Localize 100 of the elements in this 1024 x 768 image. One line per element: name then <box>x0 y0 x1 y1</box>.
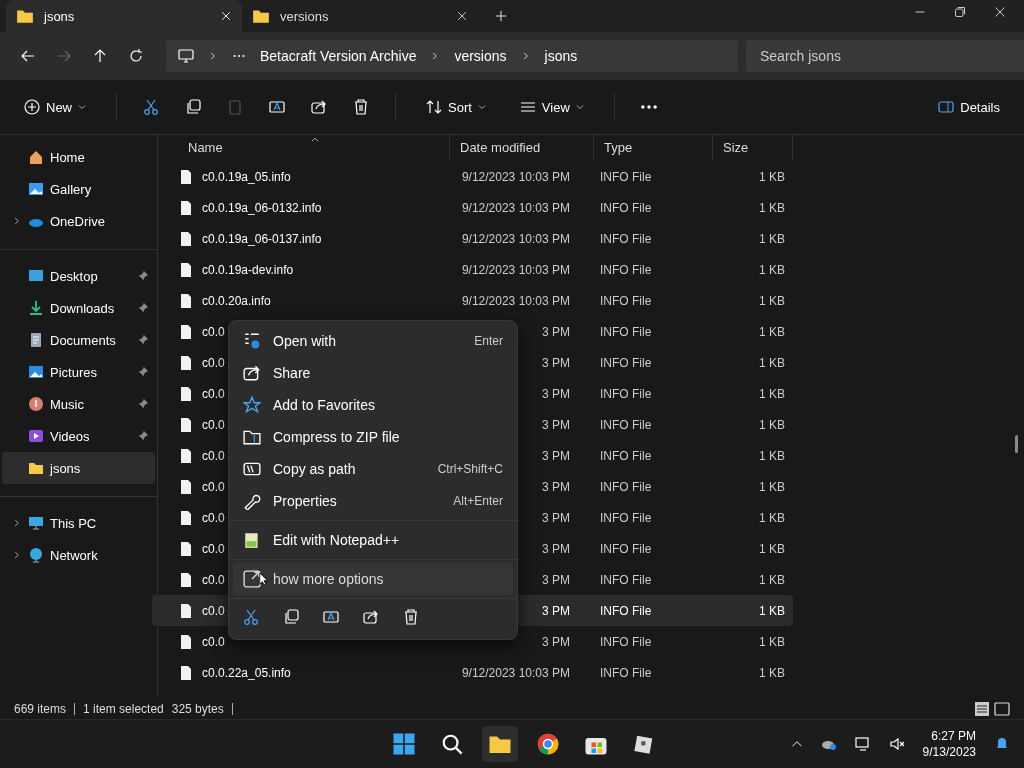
plus-circle-icon <box>24 99 40 115</box>
file-name: c0.0.22a_05.info <box>202 665 291 680</box>
file-name: c0.0.20a.info <box>202 293 271 308</box>
globe-icon <box>28 547 44 563</box>
item-count: 669 items <box>14 702 67 716</box>
monitor-icon <box>28 515 44 531</box>
list-icon <box>519 99 536 115</box>
menu-item[interactable]: Share <box>233 357 513 389</box>
sidebar-item[interactable]: Pictures <box>2 356 155 388</box>
chevron-icon <box>12 518 22 528</box>
file-name: c0.0 <box>202 603 225 618</box>
clock-date[interactable]: 9/13/2023 <box>922 744 976 760</box>
sort-caret-icon <box>310 135 320 145</box>
share-icon <box>243 364 261 382</box>
path-icon <box>243 460 261 478</box>
breadcrumb[interactable]: jsons <box>544 48 578 64</box>
view-button[interactable]: View <box>515 95 588 119</box>
size-cell: 1 KB <box>759 665 785 680</box>
type-cell: INFO File <box>600 448 652 463</box>
search-icon <box>441 733 463 755</box>
size-cell: 1 KB <box>759 169 785 184</box>
scrollbar-thumb[interactable] <box>1015 435 1018 453</box>
menu-item[interactable]: Copy as path Ctrl+Shift+C <box>233 453 513 485</box>
chevron-icon <box>12 550 22 560</box>
sidebar-item[interactable]: jsons <box>2 452 155 484</box>
sidebar-item[interactable]: Gallery <box>2 173 155 205</box>
video-icon <box>28 428 44 444</box>
file-icon <box>178 230 194 247</box>
size-cell: 1 KB <box>759 510 785 525</box>
file-icon <box>178 664 194 681</box>
breadcrumb[interactable]: versions <box>454 48 507 64</box>
date-cell-text: 3 PM <box>541 510 570 525</box>
sidebar-item[interactable]: Home <box>2 141 155 173</box>
star-icon <box>243 396 261 414</box>
sidebar-item[interactable]: OneDrive <box>2 205 155 237</box>
file-name: c0.0 <box>202 324 225 339</box>
open-with-icon <box>243 332 261 350</box>
type-cell: INFO File <box>600 572 652 587</box>
sidebar-item[interactable]: Desktop <box>2 260 155 292</box>
copy-icon <box>185 99 201 115</box>
menu-item[interactable]: Compress to ZIP file <box>233 421 513 453</box>
file-name: c0.0 <box>202 448 225 463</box>
date-cell-text: 9/12/2023 10:03 PM <box>460 169 570 184</box>
column-header[interactable]: Date modified <box>450 135 594 161</box>
column-header[interactable]: Name <box>178 135 450 161</box>
menu-item[interactable]: Add to Favorites <box>233 389 513 421</box>
clock-time[interactable]: 6:27 PM <box>931 728 976 744</box>
size-cell: 1 KB <box>759 355 785 370</box>
file-icon <box>178 168 194 185</box>
menu-item[interactable]: Edit with Notepad++ <box>233 524 513 556</box>
sidebar-item[interactable]: Music <box>2 388 155 420</box>
type-cell: INFO File <box>600 603 652 618</box>
sidebar-item[interactable]: Network <box>2 539 155 571</box>
type-cell: INFO File <box>600 665 652 680</box>
chrome-icon <box>536 732 560 756</box>
sidebar-item[interactable]: Documents <box>2 324 155 356</box>
trash-icon <box>403 609 419 625</box>
refresh-icon <box>128 48 144 64</box>
breadcrumb[interactable]: Betacraft Version Archive <box>260 48 417 64</box>
chevron-icon <box>12 216 22 226</box>
file-name: c0.0 <box>202 355 225 370</box>
more-icon[interactable] <box>640 105 657 109</box>
network-icon <box>854 736 871 752</box>
download-icon <box>28 300 44 316</box>
file-icon <box>178 602 194 619</box>
search-field[interactable]: Search jsons <box>746 40 1024 72</box>
size-cell: 1 KB <box>759 324 785 339</box>
picture-icon <box>28 364 44 380</box>
share-icon <box>363 609 379 625</box>
sort-button[interactable]: Sort <box>422 95 490 119</box>
menu-item[interactable]: how more options <box>233 563 513 595</box>
file-icon <box>178 354 194 371</box>
address-bar[interactable]: Betacraft Version Archive versions jsons <box>166 40 738 72</box>
pin-icon <box>137 366 149 378</box>
copy-icon <box>283 609 299 625</box>
sidebar-item[interactable]: Downloads <box>2 292 155 324</box>
file-name: c0.0 <box>202 510 225 525</box>
sidebar-item[interactable]: This PC <box>2 507 155 539</box>
menu-item[interactable]: Properties Alt+Enter <box>233 485 513 517</box>
sidebar-item[interactable]: Videos <box>2 420 155 452</box>
file-icon <box>178 478 194 495</box>
file-icon <box>178 447 194 464</box>
folder-icon <box>28 460 44 476</box>
file-name: c0.0.19a_06-0137.info <box>202 231 322 246</box>
menu-item[interactable]: Open with Enter <box>233 325 513 357</box>
cube-icon <box>633 733 655 755</box>
file-icon <box>178 571 194 588</box>
cut-icon <box>143 99 159 115</box>
close-icon <box>220 10 232 22</box>
tab[interactable]: jsons <box>6 0 242 32</box>
caret-icon <box>575 103 584 111</box>
tab[interactable]: versions <box>242 0 478 32</box>
pin-icon <box>137 398 149 410</box>
column-header[interactable]: Size <box>713 135 793 161</box>
size-cell: 1 KB <box>759 448 785 463</box>
back-icon <box>20 48 36 64</box>
new-button[interactable]: New <box>20 95 90 119</box>
details-button[interactable]: Details <box>934 95 1004 119</box>
cut-icon <box>243 609 259 625</box>
column-header[interactable]: Type <box>594 135 713 161</box>
